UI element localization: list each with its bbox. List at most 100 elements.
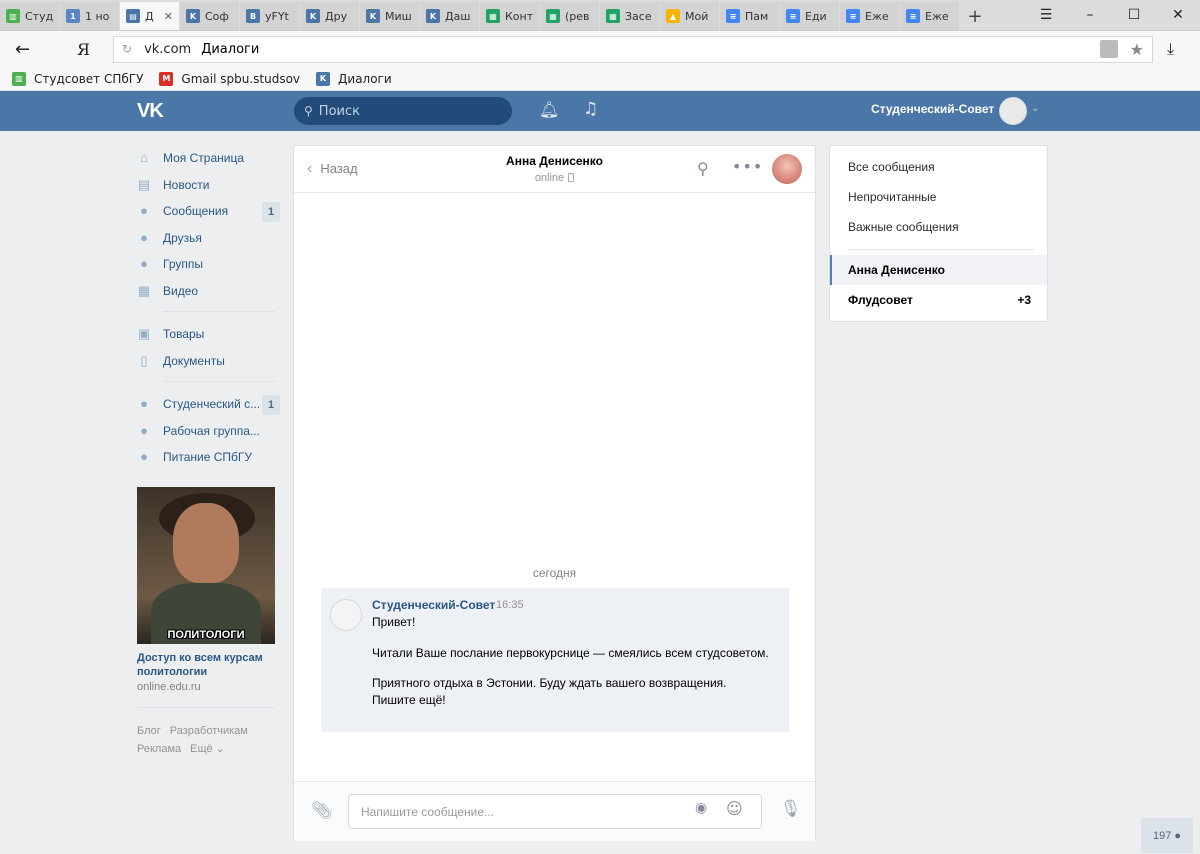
message-composer: 📎︎ Напишите сообщение... ◉ ☺ 🎙︎ <box>294 781 815 841</box>
browser-tab[interactable]: ≡ Пам <box>720 2 779 30</box>
tab-label: Пам <box>745 9 769 23</box>
ad-image[interactable]: ПОЛИТОЛОГИ <box>137 487 275 644</box>
ad-domain: online.edu.ru <box>137 681 201 693</box>
tab-label: Еже <box>925 9 949 23</box>
dialogs-filter-menu: Все сообщения Непрочитанные Важные сообщен… <box>829 145 1048 322</box>
tab-favicon-icon: B <box>246 9 260 23</box>
browser-tab[interactable]: K Соф <box>180 2 239 30</box>
news-icon: ▤ <box>137 176 151 192</box>
close-tab-icon[interactable]: ✕ <box>164 10 173 23</box>
filter-item[interactable]: Непрочитанные <box>830 182 1047 212</box>
reload-icon[interactable]: ↻ <box>122 42 132 56</box>
tab-label: Засе <box>625 9 652 23</box>
search-icon: ⚲ <box>304 104 313 118</box>
bookmark-item[interactable]: M Gmail spbu.studsov <box>159 71 300 86</box>
emoji-icon[interactable]: ☺ <box>726 799 743 818</box>
bookmark-favicon-icon: M <box>159 71 174 86</box>
ad-title-link[interactable]: Доступ ко всем курсам политологии <box>137 651 277 679</box>
bookmark-star-icon[interactable]: ★ <box>1130 40 1144 59</box>
browser-tab[interactable]: ▦ Засе <box>600 2 659 30</box>
message-author-avatar[interactable] <box>330 599 362 631</box>
browser-tab[interactable]: ▥ Студ <box>0 2 59 30</box>
messages-icon: ● <box>140 203 148 219</box>
browser-tab[interactable]: ▦ (рев <box>540 2 599 30</box>
nav-item[interactable]: ⌂ Моя Страница <box>135 145 280 172</box>
nav-item-label: Друзья <box>163 230 202 245</box>
online-counter[interactable]: 197 ● <box>1141 818 1193 853</box>
minimize-icon[interactable]: – <box>1068 7 1112 23</box>
browser-tab[interactable]: ≡ Еже <box>840 2 899 30</box>
tab-favicon-icon: ▲ <box>666 9 680 23</box>
browser-tab[interactable]: K Дру <box>300 2 359 30</box>
footer-link[interactable]: Блог <box>137 725 161 737</box>
browser-tab[interactable]: K Миш <box>360 2 419 30</box>
search-input[interactable]: ⚲ Поиск <box>294 97 512 125</box>
ad-image-caption: ПОЛИТОЛОГИ <box>167 629 245 641</box>
bookmark-favicon-icon: K <box>316 71 331 86</box>
message-author[interactable]: Студенческий-Совет <box>372 598 495 612</box>
bookmark-item[interactable]: K Диалоги <box>316 71 392 86</box>
message[interactable]: Студенческий-Совет 16:35 Привет! Читали В… <box>321 588 789 732</box>
browser-tab[interactable]: ▤ Д ✕ <box>120 2 179 30</box>
lock-icon[interactable] <box>1099 40 1118 58</box>
maximize-icon[interactable]: ☐ <box>1112 7 1156 23</box>
dialog-item[interactable]: Флудсовет +3 <box>830 285 1047 315</box>
filter-item[interactable]: Все сообщения <box>830 152 1047 182</box>
microphone-icon[interactable]: 🎙︎ <box>780 799 802 819</box>
vk-logo[interactable]: VK <box>137 100 171 122</box>
unread-badge: 1 <box>262 395 280 415</box>
tab-favicon-icon: ▤ <box>126 9 140 23</box>
download-icon[interactable]: ⤓ <box>1167 39 1174 59</box>
message-time[interactable]: 16:35 <box>496 599 524 611</box>
notifications-bell-icon[interactable]: 🔔︎ <box>539 100 559 119</box>
unread-badge: 1 <box>262 202 280 222</box>
browser-tab[interactable]: K Даш <box>420 2 479 30</box>
message-paragraph: Читали Ваше послание первокурснице — сме… <box>372 646 769 660</box>
yandex-logo[interactable]: Я <box>77 40 107 59</box>
nav-item[interactable]: ▤ Новости <box>135 172 280 199</box>
footer-link[interactable]: Разработчикам <box>170 725 248 737</box>
header-user-name[interactable]: Студенческий-Совет <box>871 102 994 116</box>
nav-item[interactable]: ● Студенческий с... 1 <box>135 391 280 418</box>
nav-item[interactable]: ● Сообщения 1 <box>135 198 280 225</box>
contact-avatar[interactable] <box>772 154 802 184</box>
url-field[interactable]: ↻ vk.com Диалоги ★ <box>113 35 1153 63</box>
browser-tab[interactable]: ▦ Конт <box>480 2 539 30</box>
dialog-item[interactable]: Анна Денисенко <box>830 255 1047 285</box>
footer-link[interactable]: Ещё ⌄ <box>190 743 225 755</box>
browser-tab[interactable]: 1 1 но <box>60 2 119 30</box>
header-avatar[interactable] <box>999 97 1027 125</box>
browser-back-icon[interactable]: ← <box>15 39 45 60</box>
nav-item[interactable]: ● Группы <box>135 251 280 278</box>
filter-item[interactable]: Важные сообщения <box>830 212 1047 242</box>
browser-tab[interactable]: ≡ Еже <box>900 2 959 30</box>
tab-favicon-icon: ▥ <box>6 9 20 23</box>
more-actions-icon[interactable]: ••• <box>732 157 763 176</box>
nav-item[interactable]: ● Питание СПбГУ <box>135 444 280 471</box>
new-tab-button[interactable]: + <box>960 2 990 30</box>
browser-tab[interactable]: ▲ Мой <box>660 2 719 30</box>
menu-icon[interactable]: ☰ <box>1024 7 1068 23</box>
footer-link[interactable]: Реклама <box>137 743 181 755</box>
bookmark-favicon-icon: ▥ <box>12 71 26 86</box>
attach-icon[interactable]: 📎︎ <box>311 801 333 821</box>
tab-label: (рев <box>565 9 590 23</box>
camera-icon[interactable]: ◉ <box>695 800 707 816</box>
window-controls: ☰ – ☐ ✕ <box>1024 0 1200 30</box>
close-window-icon[interactable]: ✕ <box>1156 7 1200 23</box>
music-icon[interactable]: ♫ <box>583 99 598 119</box>
chevron-down-icon[interactable]: ⌄ <box>1031 103 1039 114</box>
search-in-chat-icon[interactable]: ⚲ <box>697 159 709 178</box>
nav-item[interactable]: ▯ Документы <box>135 348 280 375</box>
browser-tab[interactable]: ≡ Еди <box>780 2 839 30</box>
nav-item-label: Рабочая группа... <box>163 423 260 438</box>
browser-tab[interactable]: ByFYt <box>240 2 299 30</box>
tab-favicon-icon: K <box>366 9 380 23</box>
nav-item[interactable]: ▦ Видео <box>135 278 280 305</box>
bookmark-label: Студсовет СПбГУ <box>34 71 144 86</box>
nav-item[interactable]: ● Друзья <box>135 225 280 252</box>
nav-item[interactable]: ▣ Товары <box>135 321 280 348</box>
bookmark-item[interactable]: ▥ Студсовет СПбГУ <box>12 71 144 86</box>
nav-item[interactable]: ● Рабочая группа... <box>135 418 280 445</box>
group-icon: ● <box>140 449 148 465</box>
